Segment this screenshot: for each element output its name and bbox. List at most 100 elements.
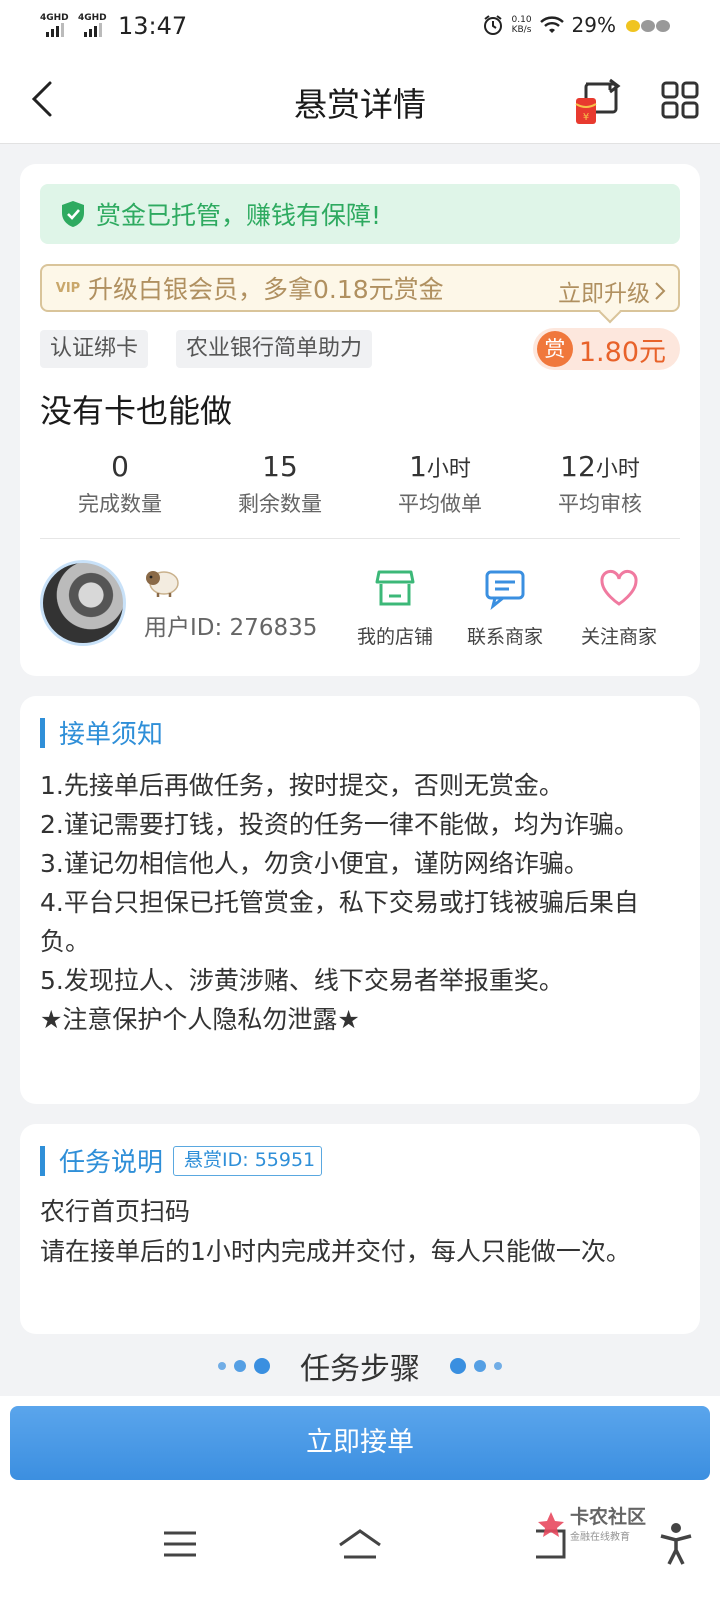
stat-value: 0 (111, 450, 129, 483)
dot-decoration (494, 1362, 502, 1370)
watermark-title: 卡农社区 (570, 1506, 647, 1528)
network-type-label: 4GHD (40, 13, 69, 23)
heading-accent-bar (40, 717, 45, 748)
task-summary-card: 赏金已托管，赚钱有保障! VIP 升级白银会员，多拿0.18元赏金 立即升级 认… (20, 164, 700, 676)
stat-remaining: 15 剩余数量 (200, 450, 360, 520)
steps-title: 任务步骤 (300, 1352, 420, 1387)
contact-merchant-button[interactable]: 联系商家 (450, 566, 560, 649)
stat-avg-review: 12小时 平均审核 (520, 450, 680, 520)
community-watermark: 卡农社区 金融在线教育 (536, 1506, 646, 1543)
chat-icon (485, 570, 525, 610)
stat-value: 1 (409, 450, 427, 483)
task-title: 没有卡也能做 (40, 392, 233, 430)
network-type-label-2: 4GHD (78, 13, 107, 23)
upgrade-now-label: 立即升级 (558, 281, 650, 307)
notice-line: 2.谨记需要打钱，投资的任务一律不能做，均为诈骗。 (40, 810, 639, 839)
recent-apps-button[interactable] (150, 1514, 210, 1574)
follow-merchant-button[interactable]: 关注商家 (564, 566, 674, 649)
escrow-text: 赏金已托管，赚钱有保障! (96, 201, 382, 230)
accessibility-button[interactable] (646, 1514, 706, 1574)
reward-coin-icon: 赏 (536, 331, 573, 367)
description-text: 农行首页扫码 请在接单后的1小时内完成并交付，每人只能做一次。 (40, 1192, 680, 1272)
steps-heading: 任务步骤 (0, 1336, 720, 1396)
home-button[interactable] (330, 1514, 390, 1574)
stat-label: 剩余数量 (238, 492, 322, 516)
dot-decoration (254, 1358, 270, 1374)
stat-label: 完成数量 (78, 492, 162, 516)
description-line: 农行首页扫码 (40, 1197, 191, 1226)
dot-decoration (450, 1358, 466, 1374)
status-bar: 4GHD 4GHD 13:47 0.10 KB/s 29% (0, 0, 720, 56)
reward-badge: 赏 1.80元 (532, 328, 680, 370)
user-id: 用户ID: 276835 (144, 615, 318, 641)
task-tag: 认证绑卡 (40, 330, 149, 368)
reward-amount: 1.80元 (578, 336, 666, 368)
sheep-level-icon (146, 571, 179, 597)
action-label: 联系商家 (466, 626, 543, 648)
chevron-right-icon (655, 282, 666, 300)
grid-menu-icon (661, 81, 699, 119)
escrow-banner: 赏金已托管，赚钱有保障! (40, 184, 680, 244)
accept-task-button[interactable]: 立即接单 (10, 1406, 710, 1480)
stat-label: 平均审核 (558, 492, 642, 516)
network-signal-icon-2: 4GHD (78, 13, 108, 39)
battery-level: 29% (571, 13, 616, 37)
stat-unit: 小时 (426, 457, 471, 482)
notice-line: 3.谨记勿相信他人，勿贪小便宜，谨防网络诈骗。 (40, 849, 589, 878)
share-button[interactable]: ¥ (572, 76, 628, 128)
notice-line: 4.平台只担保已托管赏金，私下交易或打钱被骗后果自负。 (40, 888, 639, 956)
speed-value: 0.10 (511, 15, 532, 25)
vip-crown-icon: VIP (55, 280, 81, 296)
dot-decoration (218, 1362, 226, 1370)
menu-button[interactable] (660, 80, 700, 120)
description-line: 请在接单后的1小时内完成并交付，每人只能做一次。 (40, 1237, 631, 1266)
notice-line: 5.发现拉人、涉黄涉赌、线下交易者举报重奖。 (40, 966, 564, 995)
stat-unit: 小时 (595, 457, 640, 482)
action-label: 关注商家 (580, 626, 657, 648)
task-description-card: 任务说明 悬赏ID: 55951 农行首页扫码 请在接单后的1小时内完成并交付，… (20, 1124, 700, 1334)
section-heading: 接单须知 (40, 714, 163, 751)
red-packet-share-icon: ¥ (575, 78, 621, 124)
heading-accent-bar (40, 1145, 45, 1176)
heart-icon (600, 570, 638, 606)
notice-line: ★注意保护个人隐私勿泄露★ (40, 1005, 360, 1034)
wifi-icon (539, 16, 564, 33)
nav-bar: 悬赏详情 ¥ (0, 56, 720, 144)
notice-heading: 接单须知 (59, 720, 164, 750)
section-heading: 任务说明 悬赏ID: 55951 (40, 1142, 323, 1179)
vip-text: 升级白银会员，多拿0.18元赏金 (88, 275, 444, 304)
notification-icons (626, 20, 670, 32)
stat-completed: 0 完成数量 (40, 450, 200, 520)
divider (40, 538, 680, 539)
task-tag: 农业银行简单助力 (176, 330, 373, 368)
alarm-icon (483, 15, 502, 35)
notice-line: 1.先接单后再做任务，按时提交，否则无赏金。 (40, 771, 564, 800)
network-signal-icon: 4GHD (40, 13, 70, 39)
dot-decoration (234, 1360, 246, 1372)
network-speed: 0.10 KB/s (512, 15, 532, 35)
stat-avg-do: 1小时 平均做单 (360, 450, 520, 520)
svg-text:¥: ¥ (583, 112, 589, 123)
stat-value: 15 (262, 450, 298, 483)
watermark-subtitle: 金融在线教育 (570, 1532, 630, 1543)
speed-unit: KB/s (511, 25, 532, 35)
clock: 13:47 (118, 12, 188, 40)
description-heading: 任务说明 (59, 1148, 164, 1178)
vip-upgrade-banner[interactable]: VIP 升级白银会员，多拿0.18元赏金 立即升级 (40, 264, 680, 324)
my-store-button[interactable]: 我的店铺 (340, 566, 450, 649)
action-label: 我的店铺 (356, 626, 433, 648)
dot-decoration (474, 1360, 486, 1372)
home-icon (339, 1529, 381, 1559)
merchant-avatar[interactable] (40, 560, 126, 646)
shield-check-icon (62, 201, 84, 227)
order-notice-card: 接单须知 1.先接单后再做任务，按时提交，否则无赏金。 2.谨记需要打钱，投资的… (20, 696, 700, 1104)
task-stats: 0 完成数量 15 剩余数量 1小时 平均做单 12小时 平均审核 (40, 450, 680, 520)
reward-id-tag: 悬赏ID: 55951 (173, 1145, 323, 1176)
accessibility-icon (660, 1523, 692, 1565)
stat-label: 平均做单 (398, 492, 482, 516)
stat-value: 12 (560, 450, 596, 483)
watermark-logo-icon (538, 1511, 564, 1537)
store-icon (375, 570, 415, 606)
notice-rules: 1.先接单后再做任务，按时提交，否则无赏金。 2.谨记需要打钱，投资的任务一律不… (40, 766, 680, 1039)
menu-lines-icon (164, 1531, 196, 1557)
